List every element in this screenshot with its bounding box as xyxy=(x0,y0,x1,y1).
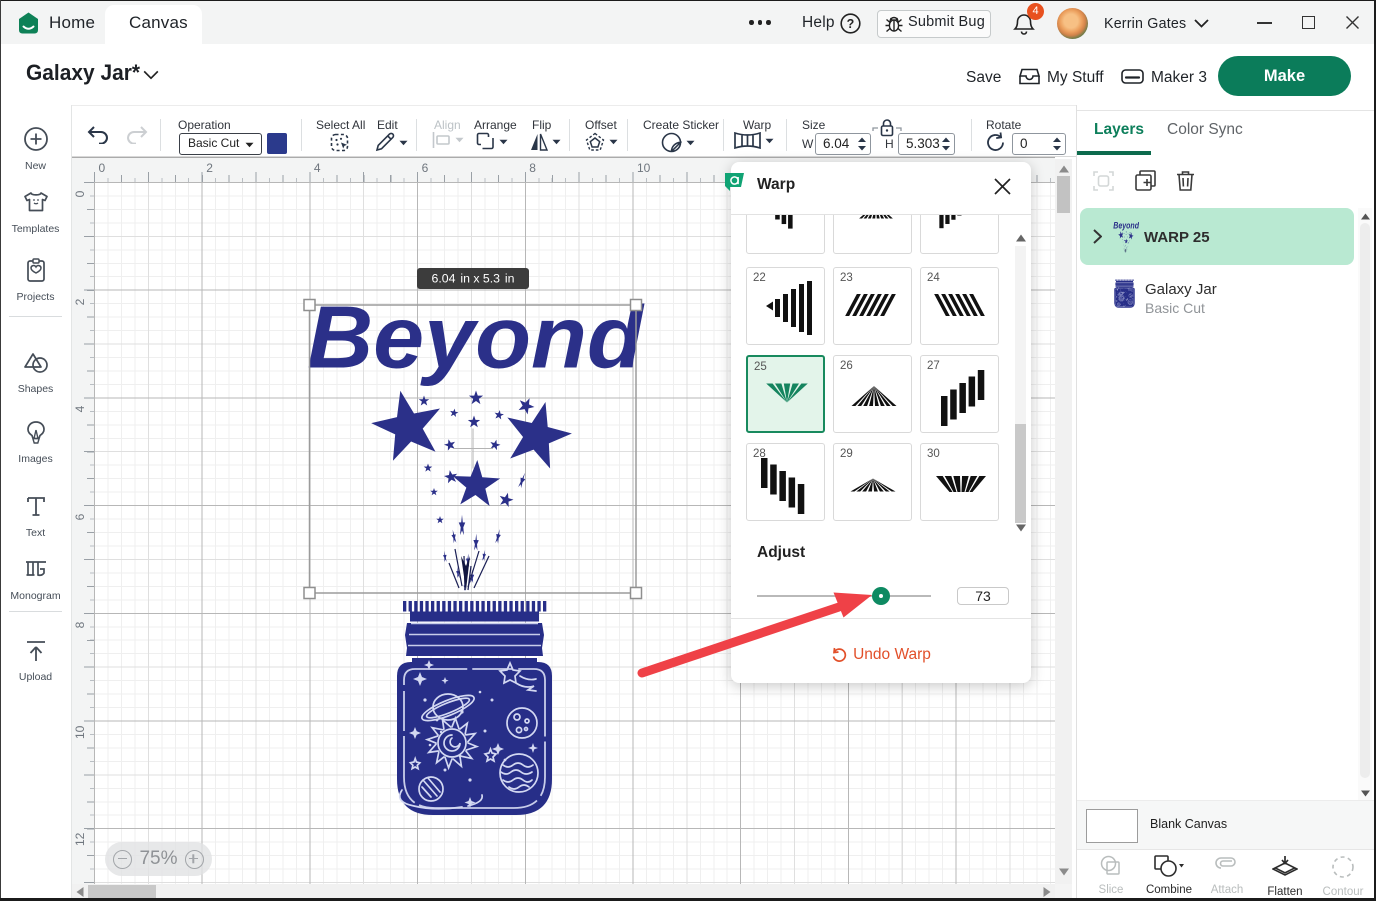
svg-text:6.04 in x 5.3 in: 6.04 in x 5.3 in xyxy=(432,272,515,286)
svg-text:Beyond: Beyond xyxy=(307,288,645,387)
svg-text:?: ? xyxy=(847,17,855,31)
